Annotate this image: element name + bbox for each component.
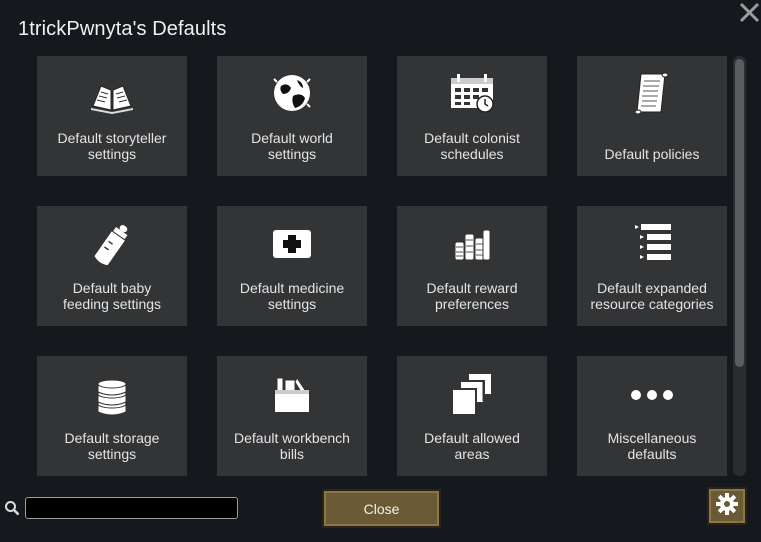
scroll-icon: [627, 70, 677, 120]
vertical-scrollbar[interactable]: [733, 56, 746, 476]
search-input[interactable]: [25, 497, 238, 519]
tile-label: Default allowed areas: [424, 430, 520, 462]
tile-label: Default storage settings: [64, 430, 160, 462]
tile-label: Default colonist schedules: [424, 130, 520, 162]
ellipsis-icon: [627, 370, 677, 420]
toolbox-icon: [267, 370, 317, 420]
database-icon: [87, 370, 137, 420]
baby-bottle-icon: [87, 220, 137, 270]
defaults-grid: Default storyteller settings Default wor…: [37, 56, 731, 476]
silver-stacks-icon: [447, 220, 497, 270]
tile-workbench-bills[interactable]: Default workbench bills: [217, 356, 367, 476]
tree-list-icon: [627, 220, 677, 270]
open-book-icon: [87, 70, 137, 120]
tile-label: Miscellaneous defaults: [607, 430, 697, 462]
tile-world-settings[interactable]: Default world settings: [217, 56, 367, 176]
tile-reward-preferences[interactable]: Default reward preferences: [397, 206, 547, 326]
scroll-thumb[interactable]: [735, 59, 744, 367]
tile-expanded-resource-categories[interactable]: Default expanded resource categories: [577, 206, 727, 326]
tile-label: Default policies: [604, 146, 700, 162]
tile-label: Default storyteller settings: [57, 130, 167, 162]
tile-storage-settings[interactable]: Default storage settings: [37, 356, 187, 476]
tile-label: Default world settings: [251, 130, 333, 162]
tile-colonist-schedules[interactable]: Default colonist schedules: [397, 56, 547, 176]
window-title: 1trickPwnyta's Defaults: [18, 18, 227, 40]
tile-label: Default medicine settings: [239, 280, 345, 312]
gear-icon: [715, 492, 739, 521]
tile-medicine-settings[interactable]: Default medicine settings: [217, 206, 367, 326]
tile-allowed-areas[interactable]: Default allowed areas: [397, 356, 547, 476]
settings-button[interactable]: [707, 487, 747, 525]
globe-icon: [267, 70, 317, 120]
tile-label: Default workbench bills: [234, 430, 350, 462]
tile-label: Default reward preferences: [426, 280, 518, 312]
search-icon: [4, 500, 20, 516]
close-button[interactable]: Close: [322, 489, 441, 528]
tile-baby-feeding-settings[interactable]: Default baby feeding settings: [37, 206, 187, 326]
defaults-window: 1trickPwnyta's Defaults Default storytel…: [0, 0, 761, 542]
tile-miscellaneous-defaults[interactable]: Miscellaneous defaults: [577, 356, 727, 476]
tile-policies[interactable]: Default policies: [577, 56, 727, 176]
calendar-clock-icon: [447, 70, 497, 120]
close-window-icon[interactable]: [736, 0, 761, 26]
stacked-areas-icon: [447, 370, 497, 420]
medkit-icon: [267, 220, 317, 270]
tile-label: Default baby feeding settings: [62, 280, 162, 312]
tile-label: Default expanded resource categories: [590, 280, 714, 312]
tile-storyteller-settings[interactable]: Default storyteller settings: [37, 56, 187, 176]
